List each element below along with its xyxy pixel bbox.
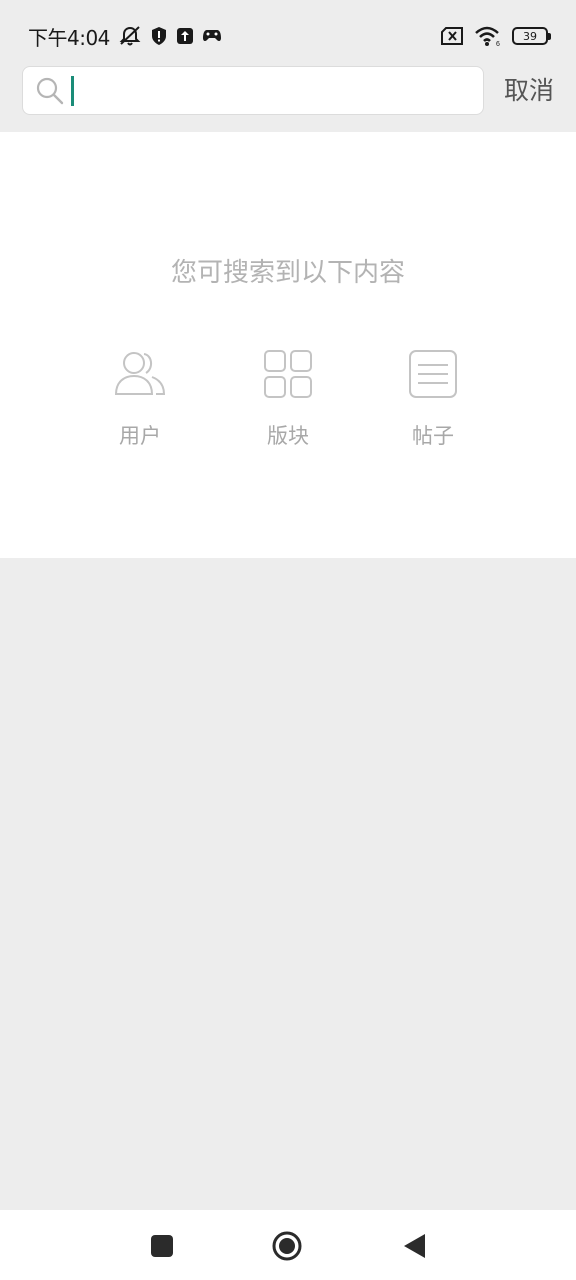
navigation-bar [0,1210,576,1280]
category-posts[interactable]: 帖子 [383,346,483,450]
back-triangle-icon[interactable] [398,1230,430,1262]
search-hint-panel: 您可搜索到以下内容 用户 版块 帖子 [0,132,576,558]
category-users-label: 用户 [119,424,161,448]
wifi-icon: 6 [474,25,502,47]
search-hint-text: 您可搜索到以下内容 [170,258,405,288]
status-bar: 下午4:04 6 39 [0,0,576,66]
home-circle-icon[interactable] [271,1230,303,1262]
grid-icon [260,346,316,402]
category-boards[interactable]: 版块 [238,346,338,450]
screen: 下午4:04 6 39 取消 您可搜索到以下内容 用户 版块 帖子 [0,0,576,1280]
users-icon [112,346,168,402]
search-box[interactable] [22,66,484,115]
recents-square-icon[interactable] [146,1230,178,1262]
battery-icon: 39 [512,27,551,45]
bell-off-icon [118,25,142,47]
status-time: 下午4:04 [28,25,110,50]
upload-icon [176,27,194,45]
gamepad-icon [202,28,222,44]
sim-x-icon [440,27,464,45]
battery-level: 39 [523,29,537,43]
category-users[interactable]: 用户 [90,346,190,450]
shield-alert-icon [150,26,168,46]
search-icon [35,76,65,106]
search-row: 取消 [0,66,576,132]
search-input[interactable] [80,75,460,106]
cancel-button[interactable]: 取消 [504,74,554,108]
status-left: 下午4:04 [28,22,222,51]
status-right: 6 39 [440,25,551,47]
document-icon [405,346,461,402]
category-posts-label: 帖子 [412,424,454,448]
text-caret [71,75,74,106]
svg-text:6: 6 [496,41,500,47]
category-boards-label: 版块 [267,424,309,448]
